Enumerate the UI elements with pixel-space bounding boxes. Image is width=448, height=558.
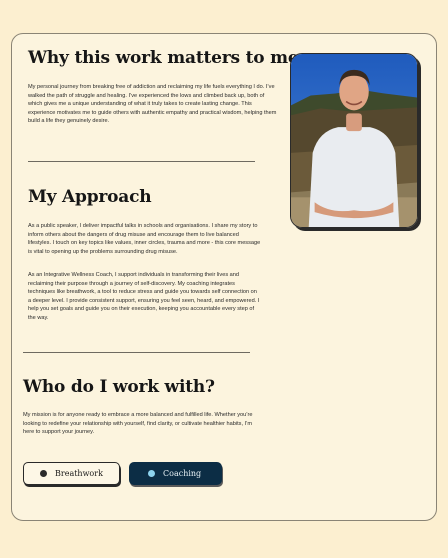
- profile-photo: [290, 53, 418, 228]
- approach-paragraph-coach: As an Integrative Wellness Coach, I supp…: [28, 272, 260, 321]
- coaching-button-label: Coaching: [163, 469, 202, 478]
- coaching-dot-icon: [148, 470, 155, 477]
- approach-heading: My Approach: [28, 187, 152, 207]
- why-heading: Why this work matters to me: [28, 48, 299, 68]
- who-paragraph: My mission is for anyone ready to embrac…: [23, 412, 253, 436]
- approach-paragraph-speaker: As a public speaker, I deliver impactful…: [28, 223, 261, 255]
- coaching-button[interactable]: Coaching: [129, 462, 222, 485]
- breathwork-dot-icon: [40, 470, 47, 477]
- breathwork-button-label: Breathwork: [55, 469, 103, 478]
- section-divider: [28, 161, 255, 162]
- section-divider: [23, 352, 250, 353]
- why-paragraph: My personal journey from breaking free o…: [28, 84, 277, 125]
- breathwork-button[interactable]: Breathwork: [23, 462, 120, 485]
- who-heading: Who do I work with?: [23, 377, 215, 397]
